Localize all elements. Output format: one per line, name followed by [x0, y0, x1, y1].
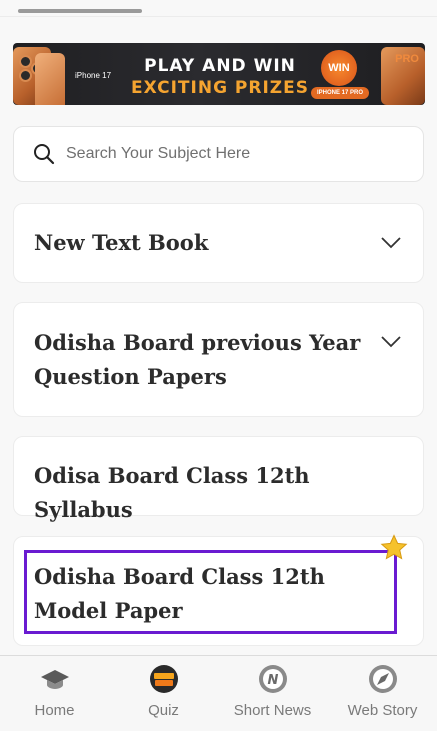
- win-caption: IPHONE 17 PRO: [311, 87, 369, 99]
- card-title: New Text Book: [34, 230, 209, 255]
- svg-text:N: N: [267, 673, 278, 688]
- nav-label: Web Story: [347, 702, 418, 719]
- star-icon: [380, 534, 408, 560]
- quiz-time-icon: [149, 665, 178, 693]
- pro-tag: PRO: [395, 53, 419, 65]
- phone-image-second: [35, 53, 65, 105]
- nav-label: Home: [34, 702, 75, 719]
- card-title: Odisa Board Class 12th Syllabus: [34, 463, 310, 522]
- search-input[interactable]: [66, 127, 413, 181]
- nav-label: Quiz: [148, 702, 179, 719]
- graduation-cap-icon: [40, 670, 69, 689]
- banner-headline: PLAY AND WIN: [144, 56, 296, 76]
- card-new-text-book[interactable]: New Text Book: [13, 203, 424, 283]
- chevron-down-icon[interactable]: [381, 336, 401, 348]
- highlight-outline: [24, 550, 397, 634]
- bottom-navigation: Home Quiz N Short News Web Story: [0, 655, 437, 731]
- nav-web-story[interactable]: Web Story: [328, 656, 437, 731]
- win-badge: WIN: [321, 50, 357, 86]
- top-divider: [0, 16, 437, 17]
- news-n-icon: N: [258, 665, 287, 693]
- card-previous-year-papers[interactable]: Odisha Board previous Year Question Pape…: [13, 302, 424, 417]
- phone-image-right: PRO: [381, 47, 425, 105]
- search-icon: [34, 144, 55, 165]
- promo-banner[interactable]: iPhone 17 PLAY AND WIN EXCITING PRIZES W…: [13, 43, 425, 105]
- nav-quiz[interactable]: Quiz: [109, 656, 218, 731]
- chevron-down-icon[interactable]: [381, 237, 401, 249]
- card-syllabus[interactable]: Odisa Board Class 12th Syllabus: [13, 436, 424, 522]
- banner-subheadline: EXCITING PRIZES: [131, 78, 309, 98]
- banner-brand: iPhone 17: [75, 71, 112, 80]
- top-handle[interactable]: [18, 9, 142, 13]
- nav-short-news[interactable]: N Short News: [218, 656, 327, 731]
- search-box[interactable]: [13, 126, 424, 182]
- card-title: Odisha Board previous Year Question Pape…: [34, 330, 361, 389]
- compass-icon: [368, 665, 397, 693]
- nav-home[interactable]: Home: [0, 656, 109, 731]
- nav-label: Short News: [233, 702, 312, 719]
